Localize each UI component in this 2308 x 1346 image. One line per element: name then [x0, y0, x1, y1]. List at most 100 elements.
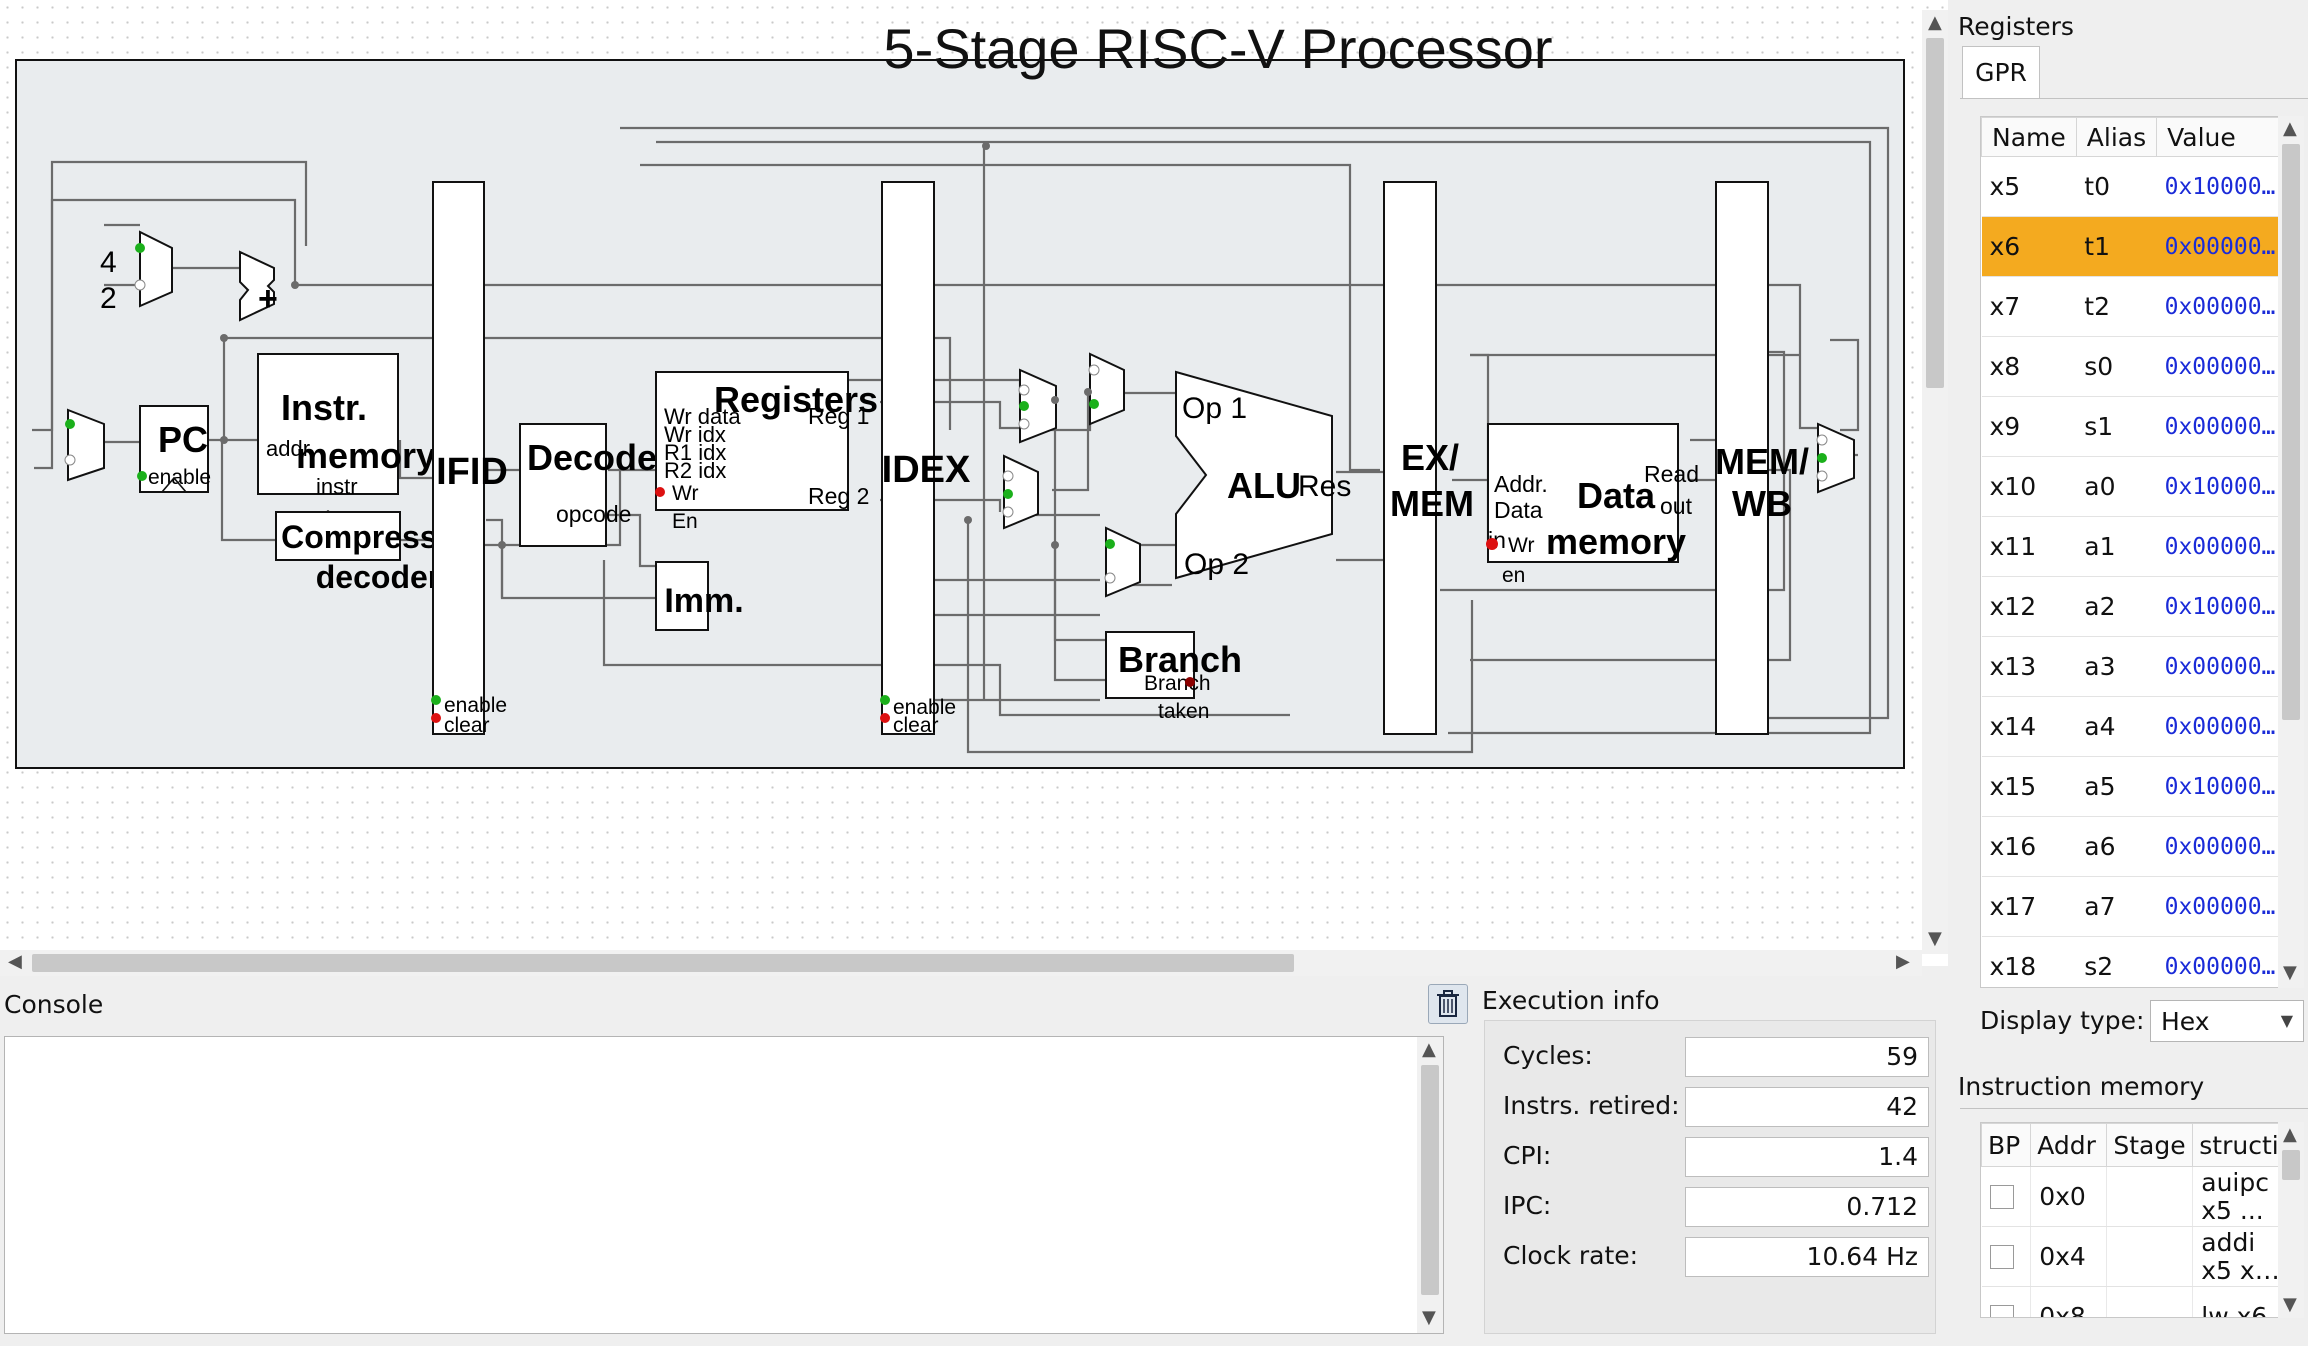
- breakpoint-checkbox[interactable]: [1989, 1184, 2014, 1209]
- reg-value[interactable]: 0x10000…: [2156, 156, 2281, 217]
- console-scroll-down-icon[interactable]: ▼: [1422, 1309, 1436, 1327]
- reg-alias: s2: [2076, 936, 2157, 987]
- reg-alias: a0: [2076, 456, 2157, 517]
- bp-cell[interactable]: [1981, 1166, 2032, 1227]
- ipc-label: IPC:: [1503, 1191, 1552, 1220]
- reg-value[interactable]: 0x00000…: [2156, 876, 2281, 937]
- register-row-selected[interactable]: x6 t1 0x00000…: [1981, 216, 2281, 277]
- display-type-label: Display type:: [1980, 1006, 2145, 1035]
- dmem-data-in-1: Data: [1494, 497, 1543, 523]
- reg-value[interactable]: 0x10000…: [2156, 756, 2281, 817]
- registers-scroll-up-icon[interactable]: ▲: [2283, 120, 2297, 138]
- reg-value[interactable]: 0x00000…: [2156, 336, 2281, 397]
- register-row[interactable]: x12 a2 0x10000…: [1981, 576, 2281, 637]
- registers-scroll-down-icon[interactable]: ▼: [2283, 964, 2297, 982]
- reg-name: x6: [1981, 216, 2077, 277]
- reg-value[interactable]: 0x00000…: [2156, 516, 2281, 577]
- instr-memory-label-1: Instr.: [281, 387, 367, 428]
- col-addr[interactable]: Addr: [2030, 1123, 2108, 1167]
- instr-line1: lw x6: [2201, 1301, 2268, 1318]
- register-row[interactable]: x14 a4 0x00000…: [1981, 696, 2281, 757]
- canvas-hscroll-thumb[interactable]: [32, 954, 1294, 972]
- reg-value[interactable]: 0x00000…: [2156, 216, 2281, 277]
- scroll-right-icon[interactable]: ▶: [1896, 953, 1910, 971]
- register-row[interactable]: x9 s1 0x00000…: [1981, 396, 2281, 457]
- instr-addr: 0x0: [2030, 1166, 2108, 1227]
- reg-wr-en-1: Wr: [672, 482, 698, 505]
- imem-scroll-thumb[interactable]: [2282, 1150, 2300, 1180]
- registers-title: Registers: [1958, 12, 2074, 41]
- console-output[interactable]: ▲ ▼: [4, 1036, 1444, 1334]
- clear-console-button[interactable]: [1428, 984, 1468, 1024]
- instr-memory-label-2: memory: [296, 435, 436, 476]
- reg-name: x18: [1981, 936, 2077, 987]
- reg-value[interactable]: 0x10000…: [2156, 456, 2281, 517]
- register-row[interactable]: x18 s2 0x00000…: [1981, 936, 2281, 987]
- reg-alias: a1: [2076, 516, 2157, 577]
- register-row[interactable]: x15 a5 0x10000…: [1981, 756, 2281, 817]
- register-row[interactable]: x13 a3 0x00000…: [1981, 636, 2281, 697]
- col-instruction[interactable]: structio: [2192, 1123, 2279, 1167]
- console-scroll-up-icon[interactable]: ▲: [1422, 1041, 1436, 1059]
- register-row[interactable]: x8 s0 0x00000…: [1981, 336, 2281, 397]
- breakpoint-checkbox[interactable]: [1989, 1244, 2014, 1269]
- reg-value[interactable]: 0x00000…: [2156, 636, 2281, 697]
- col-name[interactable]: Name: [1981, 117, 2077, 157]
- bp-cell[interactable]: [1981, 1226, 2032, 1287]
- breakpoint-checkbox[interactable]: [1989, 1304, 2014, 1317]
- reg-r2-idx: R2 idx: [664, 458, 726, 483]
- reg-value[interactable]: 0x00000…: [2156, 276, 2281, 337]
- registers-table-container[interactable]: Name Alias Value x5 t0 0x10000… x6 t1 0x0000…: [1980, 116, 2282, 988]
- scroll-down-icon[interactable]: ▼: [1928, 930, 1942, 948]
- reg-value[interactable]: 0x00000…: [2156, 936, 2281, 987]
- reg-value[interactable]: 0x00000…: [2156, 816, 2281, 877]
- register-row[interactable]: x10 a0 0x10000…: [1981, 456, 2281, 517]
- imem-scroll-down-icon[interactable]: ▼: [2283, 1296, 2297, 1314]
- registers-scrollbar[interactable]: ▲ ▼: [2278, 116, 2304, 988]
- register-row[interactable]: x16 a6 0x00000…: [1981, 816, 2281, 877]
- instruction-memory-table-container[interactable]: BP Addr Stage structio 0x0 auipcx5 ... 0…: [1980, 1122, 2280, 1318]
- instruction-row[interactable]: 0x0 auipc x5 ...: [1981, 1166, 2279, 1227]
- instr-line2: x5 ...: [2201, 1195, 2264, 1225]
- instr-line2: x5 x…: [2201, 1255, 2280, 1285]
- idex-clear: clear: [893, 714, 939, 737]
- reg-name: x14: [1981, 696, 2077, 757]
- reg-alias: t1: [2076, 216, 2157, 277]
- instruction-memory-scrollbar[interactable]: ▲ ▼: [2278, 1122, 2304, 1318]
- display-type-value: Hex: [2161, 1007, 2210, 1036]
- canvas-horizontal-scrollbar[interactable]: ◀ ▶: [0, 950, 1922, 976]
- instruction-row[interactable]: 0x4 addi x5 x…: [1981, 1226, 2280, 1287]
- register-row[interactable]: x5 t0 0x10000…: [1981, 156, 2281, 217]
- dmem-addr: Addr.: [1494, 471, 1548, 497]
- instruction-row[interactable]: 0x8 lw x6: [1981, 1286, 2279, 1318]
- reg-value[interactable]: 0x10000…: [2156, 576, 2281, 637]
- col-stage[interactable]: Stage: [2106, 1123, 2194, 1167]
- col-value[interactable]: Value: [2156, 117, 2281, 157]
- scroll-left-icon[interactable]: ◀: [8, 953, 22, 971]
- canvas-vscroll-thumb[interactable]: [1926, 38, 1944, 388]
- canvas-vertical-scrollbar[interactable]: ▲ ▼: [1922, 10, 1948, 954]
- registers-scroll-thumb[interactable]: [2282, 144, 2300, 720]
- register-row[interactable]: x17 a7 0x00000…: [1981, 876, 2281, 937]
- reg-alias: a2: [2076, 576, 2157, 637]
- imem-scroll-up-icon[interactable]: ▲: [2283, 1126, 2297, 1144]
- instr-text: addi x5 x…: [2192, 1226, 2280, 1287]
- compressed-decoder-label-2: decoder: [316, 559, 440, 595]
- register-row[interactable]: x7 t2 0x00000…: [1981, 276, 2281, 337]
- console-scroll-thumb[interactable]: [1421, 1065, 1439, 1295]
- col-bp[interactable]: BP: [1981, 1123, 2032, 1167]
- ipc-field: 0.712: [1685, 1187, 1929, 1227]
- col-alias[interactable]: Alias: [2075, 117, 2158, 157]
- display-type-select[interactable]: Hex ▼: [2150, 1000, 2304, 1042]
- registers-table: Name Alias Value x5 t0 0x10000… x6 t1 0x0000…: [1981, 117, 2281, 987]
- bp-cell[interactable]: [1981, 1286, 2032, 1317]
- register-row[interactable]: x11 a1 0x00000…: [1981, 516, 2281, 577]
- tab-gpr[interactable]: GPR: [1962, 46, 2040, 99]
- reg-value[interactable]: 0x00000…: [2156, 696, 2281, 757]
- reg-alias: a4: [2076, 696, 2157, 757]
- alu-label: ALU: [1227, 465, 1301, 506]
- console-scrollbar[interactable]: ▲ ▼: [1417, 1037, 1443, 1333]
- reg-value[interactable]: 0x00000…: [2156, 396, 2281, 457]
- reg-alias: a7: [2076, 876, 2157, 937]
- scroll-up-icon[interactable]: ▲: [1928, 14, 1942, 32]
